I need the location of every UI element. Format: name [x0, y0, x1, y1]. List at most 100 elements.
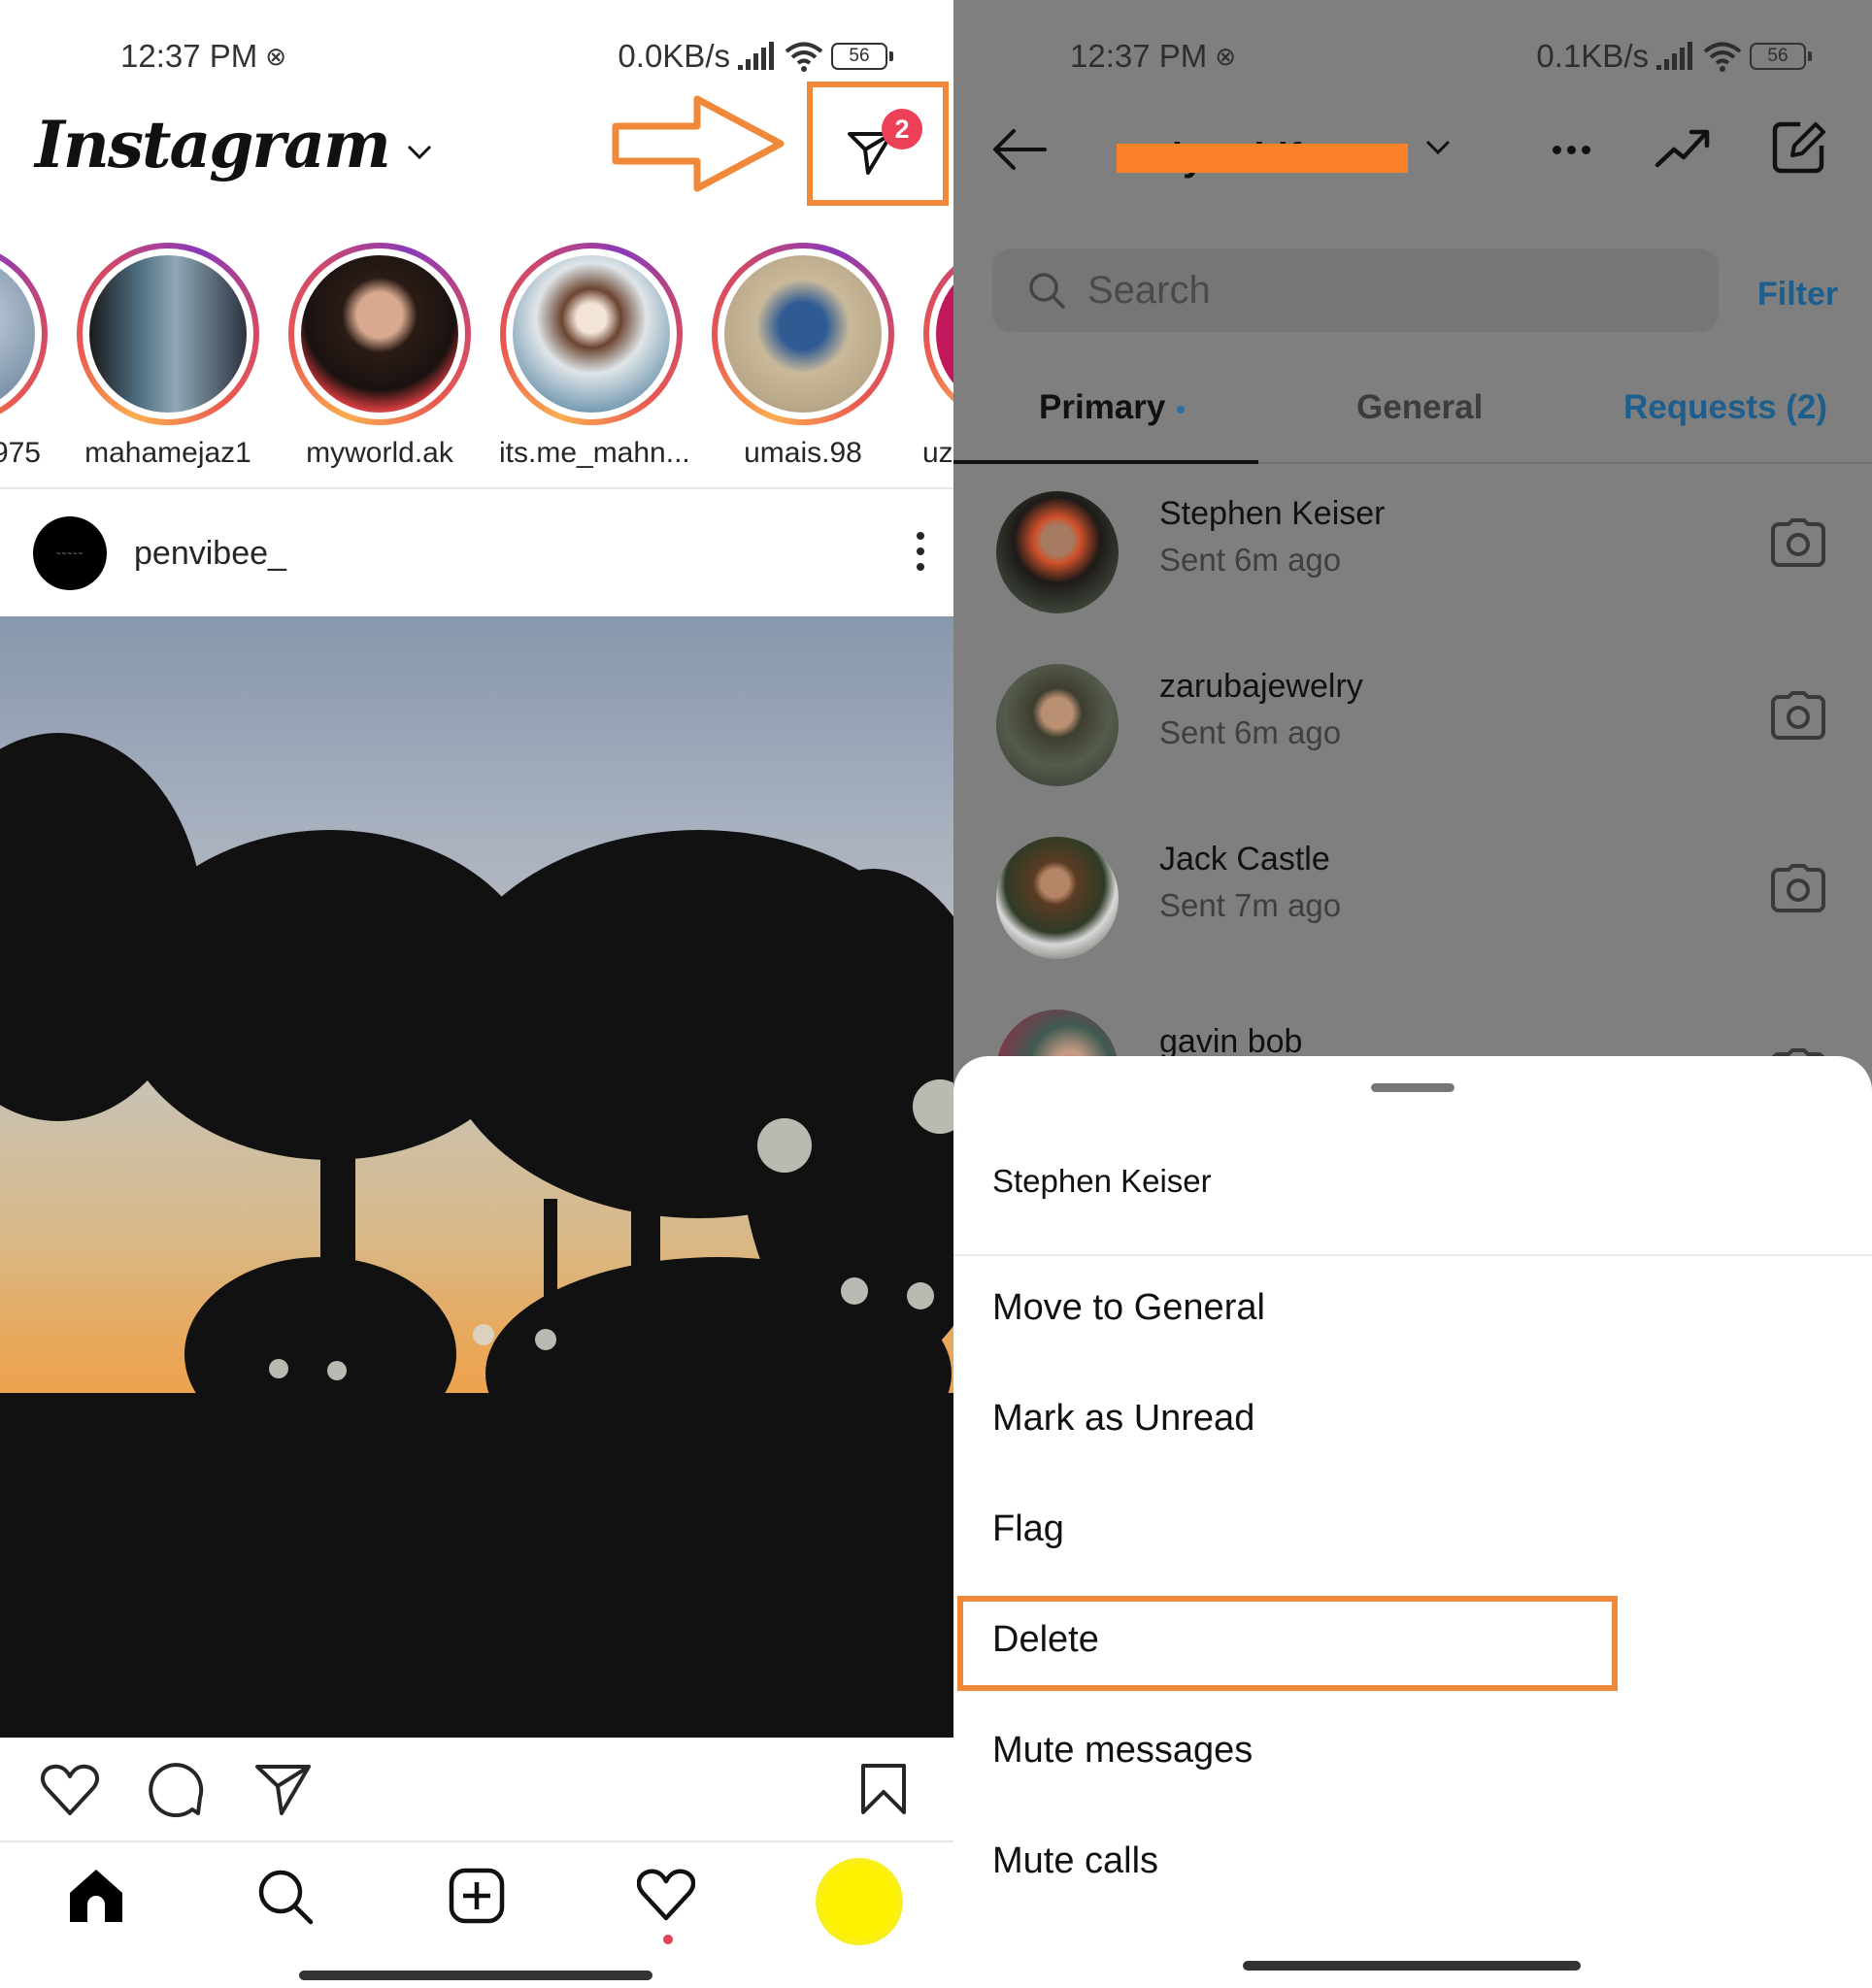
dnd-icon: ⊗ [265, 41, 287, 71]
search-input[interactable]: Search [992, 248, 1719, 332]
menu-item-mute-messages[interactable]: Mute messages [992, 1730, 1253, 1772]
thread-avatar [996, 491, 1119, 613]
network-speed: 0.1KB/s [1536, 38, 1649, 74]
tree-silhouette [0, 733, 953, 1738]
status-time: 12:37 PM [1070, 38, 1208, 74]
chevron-down-icon[interactable] [1425, 140, 1451, 155]
menu-item-mark-as-unread[interactable]: Mark as Unread [992, 1398, 1254, 1440]
inbox-tabs: Primary General Requests (2) [953, 371, 1872, 464]
post-options-icon[interactable] [917, 532, 926, 571]
thread-row[interactable]: Stephen Keiser Sent 6m ago [953, 476, 1872, 631]
account-switcher[interactable]: onlyarddfacts [1117, 122, 1408, 181]
profile-avatar[interactable] [816, 1858, 903, 1945]
unread-dot [1177, 405, 1186, 414]
feed-header: Instagram [35, 107, 432, 182]
thread-action-sheet: Stephen Keiser Move to General Mark as U… [953, 1056, 1872, 1988]
more-options-icon[interactable] [1553, 146, 1590, 154]
story-username: umais.98 [744, 437, 862, 469]
thread-name: Jack Castle [1159, 841, 1330, 878]
home-indicator [1243, 1961, 1581, 1971]
wifi-icon [1703, 42, 1742, 72]
story-avatar [301, 255, 458, 413]
activity-heart-icon[interactable] [637, 1868, 695, 1922]
post-image[interactable] [0, 616, 953, 1738]
story-username: uz [922, 437, 953, 469]
story-item[interactable]: uz [922, 243, 953, 470]
camera-icon[interactable] [1771, 691, 1825, 740]
story-username: 975 [0, 437, 41, 469]
story-username: its.me_mahn... [499, 437, 690, 469]
sheet-title: Stephen Keiser [992, 1163, 1212, 1199]
back-arrow-icon[interactable] [992, 128, 1047, 171]
like-icon[interactable] [41, 1763, 99, 1817]
redaction-bar [1117, 144, 1408, 173]
tab-primary[interactable]: Primary [1039, 388, 1186, 427]
menu-item-flag[interactable]: Flag [992, 1508, 1064, 1550]
filter-button[interactable]: Filter [1757, 276, 1838, 314]
post-author-avatar[interactable]: ~~~~~ [33, 516, 107, 590]
compose-icon[interactable] [1771, 118, 1827, 175]
search-icon [1029, 273, 1065, 309]
instagram-feed-screen: 12:37 PM ⊗ 0.0KB/s 56 Instagram 2 975 ma… [0, 0, 953, 1988]
signal-icon [1656, 42, 1692, 70]
battery-icon: 56 [831, 43, 893, 70]
stories-tray: 975 mahamejaz1 myworld.ak its.me_mahn...… [0, 243, 953, 476]
sheet-drag-handle[interactable] [1371, 1083, 1454, 1092]
chevron-down-icon[interactable] [407, 145, 432, 160]
dnd-icon: ⊗ [1215, 41, 1237, 71]
status-bar-left: 12:37 PM ⊗ [120, 35, 286, 78]
divider [953, 1254, 1872, 1256]
thread-row[interactable]: zarubajewelry Sent 6m ago [953, 648, 1872, 804]
post-header: ~~~~~ penvibee_ [33, 513, 926, 594]
menu-item-delete[interactable]: Delete [992, 1619, 1099, 1661]
status-bar-right: 0.0KB/s 56 [618, 35, 893, 78]
thread-name: zarubajewelry [1159, 668, 1363, 705]
battery-icon: 56 [1750, 43, 1812, 70]
thread-name: Stephen Keiser [1159, 495, 1386, 532]
instagram-logo[interactable]: Instagram [35, 107, 391, 182]
story-item[interactable]: umais.98 [711, 243, 895, 470]
inbox-header: onlyarddfacts [953, 115, 1872, 188]
active-tab-indicator [953, 460, 1258, 464]
story-item[interactable]: 975 [0, 243, 49, 470]
home-icon[interactable] [68, 1868, 124, 1922]
dm-unread-badge: 2 [882, 109, 922, 149]
story-avatar [513, 255, 670, 413]
status-bar-left: 12:37 PM ⊗ [1070, 35, 1236, 78]
story-item[interactable]: its.me_mahn... [499, 243, 690, 470]
story-item[interactable]: myworld.ak [287, 243, 472, 470]
thread-status: Sent 6m ago [1159, 542, 1342, 578]
trending-icon[interactable] [1655, 126, 1711, 169]
post-author-username[interactable]: penvibee_ [134, 535, 286, 573]
thread-avatar [996, 664, 1119, 786]
status-bar-right: 0.1KB/s 56 [1536, 35, 1812, 78]
menu-item-move-to-general[interactable]: Move to General [992, 1287, 1265, 1329]
thread-status: Sent 7m ago [1159, 887, 1342, 923]
share-icon[interactable] [254, 1763, 313, 1817]
story-item[interactable]: mahamejaz1 [76, 243, 260, 470]
camera-icon[interactable] [1771, 518, 1825, 567]
bottom-navigation [0, 1842, 953, 1988]
status-time: 12:37 PM [120, 38, 258, 74]
activity-notification-dot [663, 1935, 673, 1944]
network-speed: 0.0KB/s [618, 38, 730, 74]
bookmark-icon[interactable] [860, 1763, 907, 1815]
story-avatar [0, 255, 35, 413]
post-action-bar [0, 1740, 953, 1840]
search-icon[interactable] [256, 1868, 315, 1926]
thread-row[interactable]: Jack Castle Sent 7m ago [953, 821, 1872, 977]
story-username: mahamejaz1 [84, 437, 251, 469]
thread-avatar [996, 837, 1119, 959]
divider [0, 487, 953, 489]
thread-status: Sent 6m ago [1159, 714, 1342, 750]
menu-item-mute-calls[interactable]: Mute calls [992, 1840, 1158, 1882]
tab-general[interactable]: General [1356, 388, 1483, 427]
annotation-arrow-icon [612, 95, 785, 192]
story-avatar [936, 255, 953, 413]
home-indicator [299, 1971, 652, 1980]
camera-icon[interactable] [1771, 864, 1825, 912]
direct-inbox-screen: 12:37 PM ⊗ 0.1KB/s 56 onlyarddfacts Sear… [953, 0, 1872, 1988]
create-post-icon[interactable] [449, 1868, 505, 1924]
comment-icon[interactable] [148, 1763, 206, 1821]
tab-requests[interactable]: Requests (2) [1623, 388, 1827, 427]
